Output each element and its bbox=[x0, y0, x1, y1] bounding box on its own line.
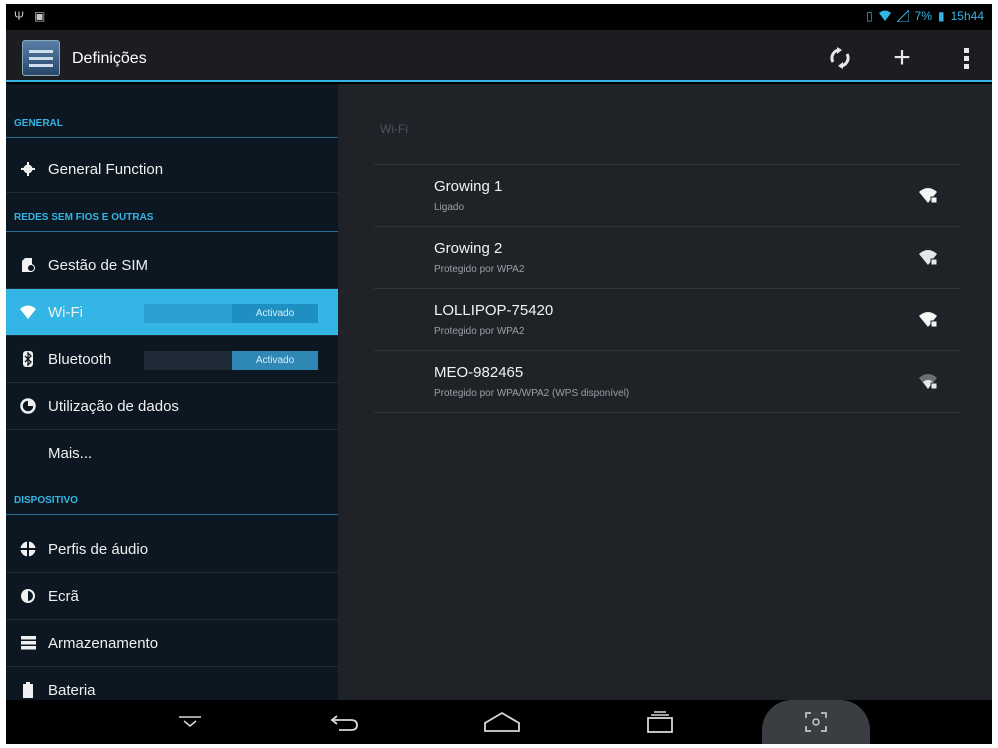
sidebar-item-label: Utilização de dados bbox=[48, 398, 179, 415]
home-icon bbox=[484, 711, 520, 732]
cell-signal-icon bbox=[896, 10, 909, 22]
overflow-menu-button[interactable] bbox=[948, 42, 984, 74]
wifi-signal-icon bbox=[878, 10, 891, 21]
usb-icon: Ψ bbox=[14, 9, 25, 23]
screenshot-button[interactable] bbox=[762, 700, 870, 744]
sync-button[interactable] bbox=[822, 42, 858, 74]
settings-app-icon[interactable] bbox=[22, 40, 60, 76]
battery-icon: ▮ bbox=[938, 9, 945, 23]
battery-percent: 7% bbox=[914, 9, 933, 23]
recent-apps-button[interactable] bbox=[636, 706, 684, 738]
storage-icon bbox=[20, 635, 36, 651]
data-usage-icon bbox=[20, 398, 36, 414]
add-icon: + bbox=[893, 41, 911, 74]
hide-keyboard-button[interactable] bbox=[166, 706, 214, 738]
sidebar-item-label: Ecrã bbox=[48, 588, 79, 605]
add-network-button[interactable]: + bbox=[884, 41, 920, 74]
settings-sidebar: GENERAL General Function REDES SEM FIOS … bbox=[6, 84, 338, 700]
wifi-network-item[interactable]: Growing 1 Ligado bbox=[374, 165, 960, 227]
wifi-secured-icon bbox=[919, 250, 938, 266]
sidebar-item-label: Bluetooth bbox=[48, 351, 112, 368]
clock: 15h44 bbox=[950, 9, 984, 23]
sidebar-item-storage[interactable]: Armazenamento bbox=[6, 620, 338, 667]
display-icon bbox=[20, 588, 36, 604]
hide-keyboard-icon bbox=[179, 716, 201, 727]
back-button[interactable] bbox=[320, 706, 368, 738]
sidebar-item-audio-profiles[interactable]: Perfis de áudio bbox=[6, 526, 338, 573]
sidebar-item-label: Mais... bbox=[48, 445, 93, 462]
page-title: Definições bbox=[72, 50, 147, 67]
sidebar-item-label: Armazenamento bbox=[48, 635, 159, 652]
section-header-device: DISPOSITIVO bbox=[6, 487, 338, 515]
sidebar-item-sim-management[interactable]: Gestão de SIM bbox=[6, 242, 338, 289]
network-status: Ligado bbox=[434, 202, 465, 213]
image-icon: ▣ bbox=[34, 9, 46, 23]
wifi-icon bbox=[20, 304, 36, 320]
overflow-menu-icon bbox=[963, 47, 969, 69]
recent-apps-icon bbox=[647, 711, 673, 733]
network-ssid: LOLLIPOP-75420 bbox=[434, 302, 554, 319]
sidebar-item-wifi[interactable]: Wi-Fi Activado bbox=[6, 289, 338, 336]
sidebar-item-battery[interactable]: Bateria bbox=[6, 667, 338, 700]
sidebar-item-more[interactable]: Mais... bbox=[6, 430, 338, 477]
bluetooth-toggle[interactable]: Activado bbox=[144, 351, 318, 370]
navigation-bar bbox=[6, 700, 992, 744]
gear-icon bbox=[20, 161, 36, 177]
home-button[interactable] bbox=[478, 706, 526, 738]
wifi-detail-pane: Wi-Fi Growing 1 Ligado Growing 2 Protegi… bbox=[338, 84, 992, 700]
bluetooth-toggle-state: Activado bbox=[232, 351, 318, 370]
status-bar: Ψ ▣ ▯ 7% ▮ 15h44 bbox=[6, 4, 992, 30]
wifi-secured-icon bbox=[919, 312, 938, 328]
action-bar: Definições + bbox=[6, 30, 992, 82]
screenshot-icon bbox=[805, 712, 827, 732]
network-ssid: Growing 2 bbox=[434, 240, 503, 257]
network-status: Protegido por WPA/WPA2 (WPS disponível) bbox=[434, 388, 630, 399]
sidebar-item-label: Perfis de áudio bbox=[48, 541, 149, 558]
sync-icon bbox=[830, 47, 850, 69]
section-header-general: GENERAL bbox=[6, 110, 338, 138]
sidebar-item-label: Bateria bbox=[48, 682, 96, 699]
sidebar-item-label: Wi-Fi bbox=[48, 304, 83, 321]
network-ssid: MEO-982465 bbox=[434, 364, 524, 381]
network-status: Protegido por WPA2 bbox=[434, 264, 525, 275]
sidebar-item-data-usage[interactable]: Utilização de dados bbox=[6, 383, 338, 430]
back-icon bbox=[330, 715, 358, 731]
wifi-toggle[interactable]: Activado bbox=[144, 304, 318, 323]
section-header-wireless: REDES SEM FIOS E OUTRAS bbox=[6, 204, 338, 232]
sidebar-item-label: Gestão de SIM bbox=[48, 257, 149, 274]
wifi-network-item[interactable]: MEO-982465 Protegido por WPA/WPA2 (WPS d… bbox=[374, 351, 960, 413]
wifi-secured-icon bbox=[919, 188, 938, 204]
sim-icon: ▯ bbox=[866, 9, 873, 23]
audio-profile-icon bbox=[20, 541, 36, 557]
sidebar-item-display[interactable]: Ecrã bbox=[6, 573, 338, 620]
sim-card-icon bbox=[20, 257, 36, 273]
network-status: Protegido por WPA2 bbox=[434, 326, 525, 337]
sidebar-item-general-function[interactable]: General Function bbox=[6, 146, 338, 193]
sidebar-item-label: General Function bbox=[48, 161, 164, 178]
network-ssid: Growing 1 bbox=[434, 178, 503, 195]
wifi-secured-weak-icon bbox=[919, 374, 938, 390]
battery-icon bbox=[20, 682, 36, 698]
wifi-network-item[interactable]: LOLLIPOP-75420 Protegido por WPA2 bbox=[374, 289, 960, 351]
wifi-section-heading: Wi-Fi bbox=[380, 122, 408, 136]
wifi-toggle-state: Activado bbox=[232, 304, 318, 323]
wifi-network-item[interactable]: Growing 2 Protegido por WPA2 bbox=[374, 227, 960, 289]
sidebar-item-bluetooth[interactable]: Bluetooth Activado bbox=[6, 336, 338, 383]
wifi-network-list: Growing 1 Ligado Growing 2 Protegido por… bbox=[374, 164, 960, 413]
tablet-screen: Ψ ▣ ▯ 7% ▮ 15h44 Definições + GENERAL Ge… bbox=[6, 4, 992, 744]
bluetooth-icon bbox=[20, 351, 36, 367]
